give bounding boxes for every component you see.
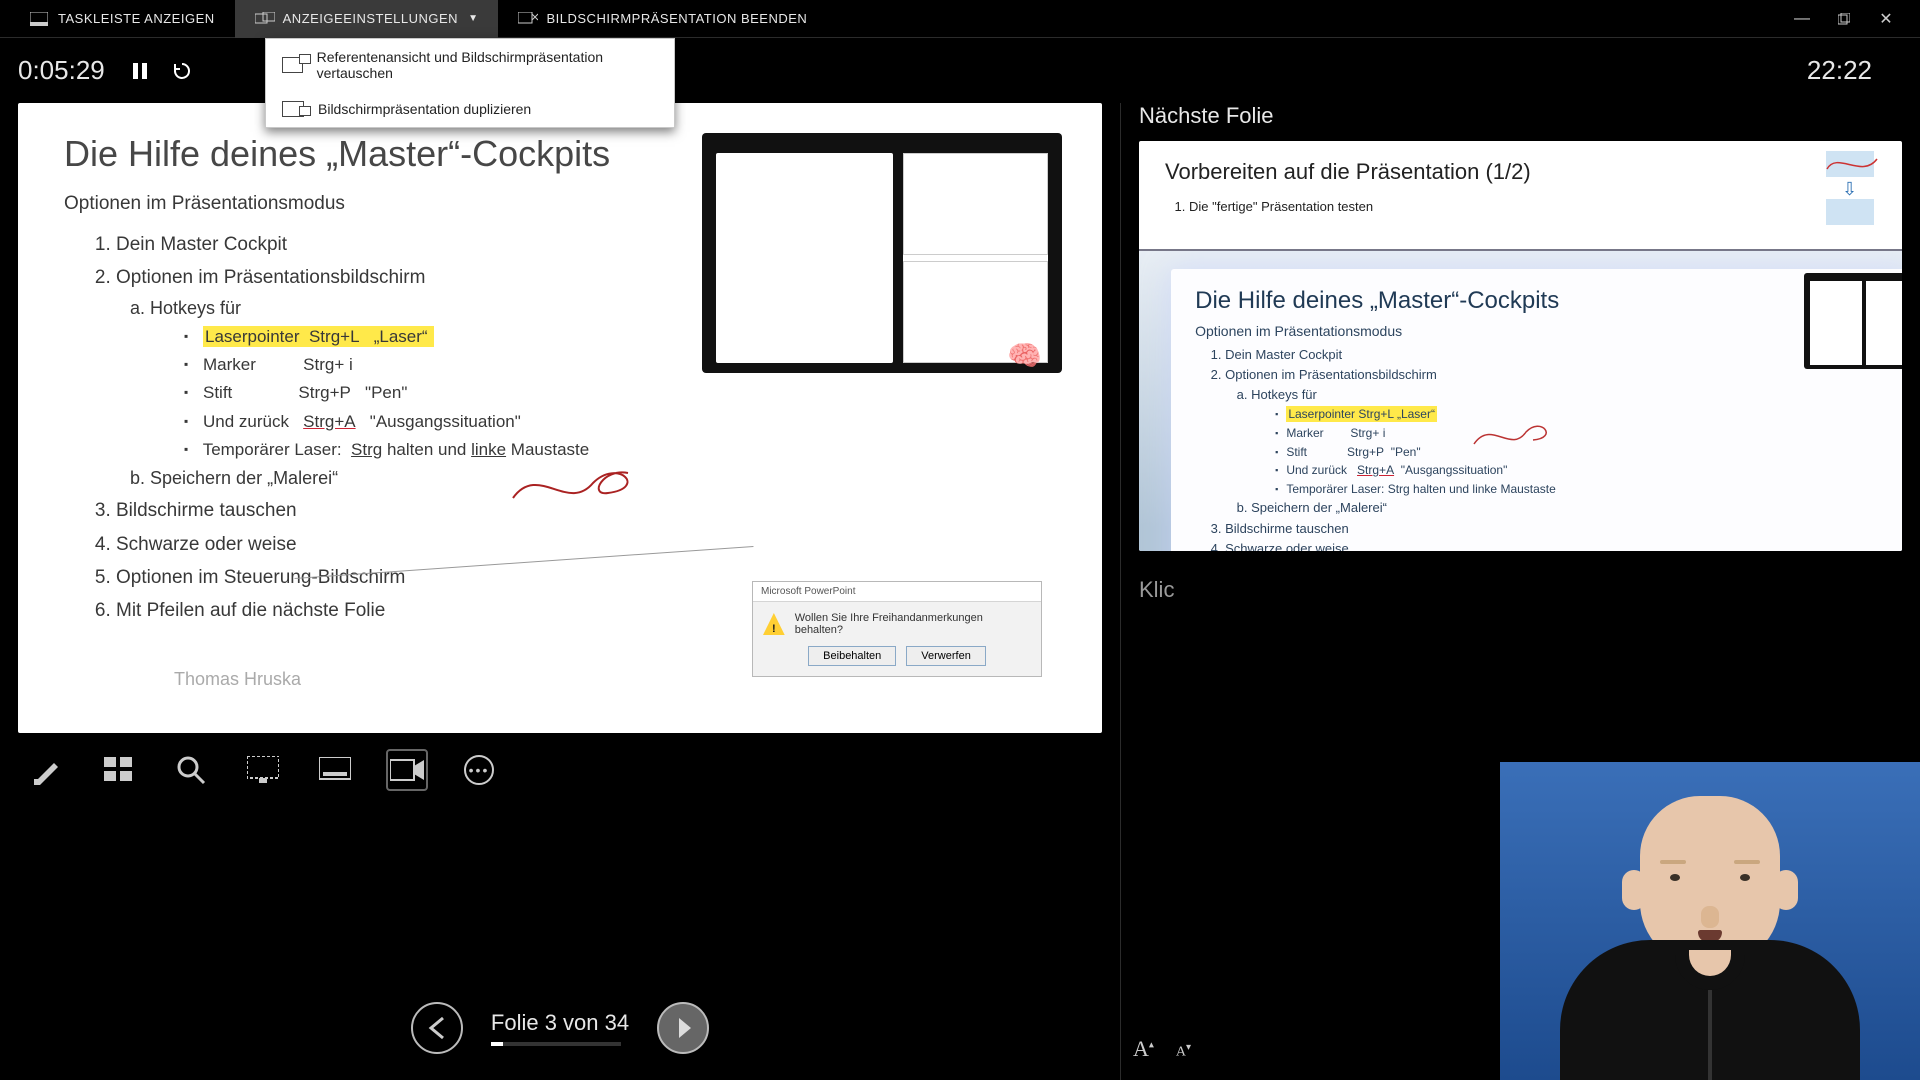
hotkey-pen: Stift Strg+P "Pen" [184,379,1056,407]
slide-counter: Folie 3 von 34 [491,1010,629,1036]
elapsed-time: 0:05:29 [18,55,105,86]
dialog-message: Wollen Sie Ihre Freihandanmerkungen beha… [795,612,1031,636]
slide-nav: Folie 3 von 34 [0,1002,1120,1054]
slide-progress [491,1042,621,1046]
photo-title: Die Hilfe deines „Master“-Cockpits [1195,287,1886,315]
increase-font-button[interactable]: A▴ [1133,1036,1154,1062]
duplicate-show-item[interactable]: Bildschirmpräsentation duplizieren [266,91,674,127]
next-slide-heading: Nächste Folie [1139,103,1902,129]
end-show-icon [518,12,536,26]
swap-label: Referentenansicht und Bildschirmpräsenta… [317,49,658,81]
next-slide-li1: Die "fertige" Präsentation testen [1189,199,1876,214]
ink-dialog: Microsoft PowerPoint ! Wollen Sie Ihre F… [752,581,1042,677]
photo-cockpit-thumb [1804,273,1902,369]
ink-annotation [508,453,658,513]
pause-timer-button[interactable] [127,58,153,84]
next-slide-title: Vorbereiten auf die Präsentation (1/2) [1165,159,1876,185]
subtitle-button[interactable] [316,751,354,789]
minimize-button[interactable]: — [1792,12,1812,26]
display-settings-dropdown: Referentenansicht und Bildschirmpräsenta… [265,38,675,128]
shape-icon: ⇩ [1826,151,1888,225]
window-controls: — ✕ [1792,12,1896,26]
camera-button[interactable] [388,751,426,789]
photo-sub: Optionen im Präsentationsmodus [1195,323,1886,339]
more-options-button[interactable]: ••• [460,751,498,789]
black-screen-button[interactable] [244,751,282,789]
pen-tool-button[interactable] [28,751,66,789]
zoom-button[interactable] [172,751,210,789]
presenter-toolbar: ••• [18,733,1102,789]
wall-clock: 22:22 [1807,55,1872,86]
duplicate-label: Bildschirmpräsentation duplizieren [318,101,531,117]
next-slide-button[interactable] [657,1002,709,1054]
display-settings-button[interactable]: ANZEIGEEINSTELLUNGEN ▼ [235,0,499,38]
end-show-label: BILDSCHIRMPRÄSENTATION BEENDEN [546,11,807,26]
dialog-discard-button[interactable]: Verwerfen [906,646,986,666]
show-taskbar-button[interactable]: TASKLEISTE ANZEIGEN [10,0,235,38]
display-settings-label: ANZEIGEEINSTELLUNGEN [283,11,458,26]
see-all-slides-button[interactable] [100,751,138,789]
swap-presenter-view-item[interactable]: Referentenansicht und Bildschirmpräsenta… [266,39,674,91]
prev-slide-button[interactable] [411,1002,463,1054]
slide-li-4: Schwarze oder weise [116,529,1056,560]
current-slide[interactable]: Die Hilfe deines „Master“-Cockpits Optio… [18,103,1102,733]
notes-placeholder[interactable]: Klic [1139,577,1902,603]
projection-photo: Die Hilfe deines „Master“-Cockpits Optio… [1139,249,1902,551]
maximize-button[interactable] [1834,12,1854,26]
top-toolbar: TASKLEISTE ANZEIGEN ANZEIGEEINSTELLUNGEN… [0,0,1920,38]
right-pane: Nächste Folie Vorbereiten auf die Präsen… [1120,103,1920,1080]
end-show-button[interactable]: BILDSCHIRMPRÄSENTATION BEENDEN [498,0,827,38]
taskbar-icon [30,12,48,26]
dialog-title: Microsoft PowerPoint [753,582,1041,602]
presenter-camera[interactable] [1500,762,1920,1080]
restart-timer-button[interactable] [169,58,195,84]
warning-icon: ! [763,613,785,635]
ellipsis-icon: ••• [464,755,494,785]
current-slide-pane: Die Hilfe deines „Master“-Cockpits Optio… [0,103,1120,1080]
photo-ink [1471,414,1561,454]
notes-font-controls: A▴ A▾ [1133,1036,1191,1062]
cockpit-thumbnail [702,133,1062,373]
monitors-icon [255,12,273,26]
duplicate-displays-icon [282,101,304,117]
dialog-keep-button[interactable]: Beibehalten [808,646,896,666]
hotkey-back: Und zurück Strg+A "Ausgangssituation" [184,408,1056,436]
show-taskbar-label: TASKLEISTE ANZEIGEN [58,11,215,26]
brain-icon: 🧠 [1007,339,1042,372]
next-slide-preview[interactable]: Vorbereiten auf die Präsentation (1/2) D… [1139,141,1902,551]
decrease-font-button[interactable]: A▾ [1176,1042,1191,1061]
swap-displays-icon [282,57,303,73]
chevron-down-icon: ▼ [468,13,478,24]
close-button[interactable]: ✕ [1876,12,1896,26]
